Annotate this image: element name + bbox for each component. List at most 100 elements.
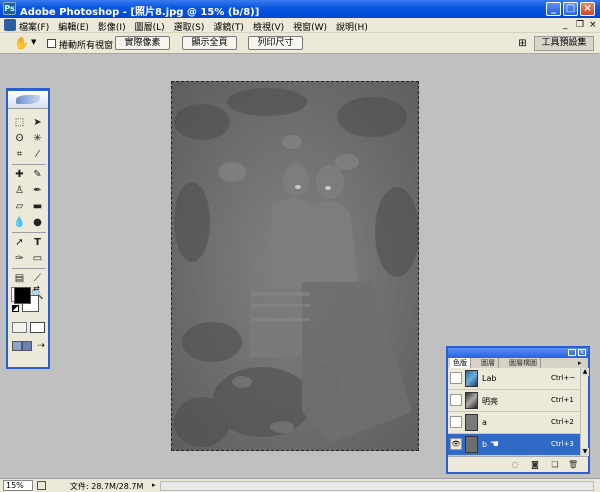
menu-item[interactable]: 濾鏡(T) xyxy=(213,20,244,33)
tool-separator xyxy=(12,268,46,269)
maximize-button[interactable]: □ xyxy=(563,2,578,16)
window-title: Adobe Photoshop - [照片8.jpg @ 15% (b/8)] xyxy=(20,7,260,18)
eraser-tool-icon[interactable]: ▱ xyxy=(11,199,28,214)
options-bar: ✋ ▼ 捲動所有視窗 實際像素 顯示全頁 列印尺寸 ⊞ 工具預設集 xyxy=(0,33,600,54)
quick-mask-mode-button[interactable] xyxy=(30,322,45,333)
channel-row-a[interactable]: a Ctrl+2 xyxy=(448,412,580,434)
tool-separator xyxy=(12,164,46,165)
toolbox: ⬚ ➤ ʘ ✳ ⌗ ⁄ ✚ ✎ ♙ ✒ ▱ ▬ 💧 ● ➚ T ✑ ▭ ▤ ⟋ … xyxy=(6,88,50,369)
jump-to-imageready-icon[interactable]: ⇢ xyxy=(35,340,47,352)
toolbox-header[interactable] xyxy=(8,91,48,109)
visibility-toggle[interactable] xyxy=(450,394,462,406)
marquee-tool-icon[interactable]: ⬚ xyxy=(11,115,28,130)
scroll-down-icon[interactable]: ▼ xyxy=(581,448,589,456)
standard-mode-button[interactable] xyxy=(12,322,27,333)
standard-screen-mode-icon[interactable] xyxy=(12,341,22,351)
channel-name: a xyxy=(482,418,487,427)
file-browser-icon[interactable]: ⊞ xyxy=(515,36,530,51)
print-size-button[interactable]: 列印尺寸 xyxy=(248,36,303,50)
hand-cursor-icon: ☚ xyxy=(490,439,499,450)
crop-tool-icon[interactable]: ⌗ xyxy=(11,147,28,162)
slice-tool-icon[interactable]: ⁄ xyxy=(29,147,46,162)
channels-scrollbar[interactable]: ▲ ▼ xyxy=(580,368,589,456)
visibility-toggle[interactable] xyxy=(450,416,462,428)
blur-tool-icon[interactable]: 💧 xyxy=(11,215,28,230)
hand-tool-preset-icon[interactable]: ✋ xyxy=(14,36,29,51)
document-canvas[interactable] xyxy=(171,81,419,451)
menu-item[interactable]: 圖層(L) xyxy=(135,20,165,33)
document-size: 文件: 28.7M/28.7M xyxy=(70,482,144,491)
preset-dropdown-arrow-icon[interactable]: ▼ xyxy=(31,38,36,46)
healing-brush-tool-icon[interactable]: ✚ xyxy=(11,167,28,182)
dodge-tool-icon[interactable]: ● xyxy=(29,215,46,230)
shape-tool-icon[interactable]: ▭ xyxy=(29,251,46,266)
menu-item[interactable]: 選取(S) xyxy=(174,20,205,33)
panel-menu-arrow-icon[interactable]: ▸ xyxy=(578,358,582,368)
channel-row-lab[interactable]: Lab Ctrl+~ xyxy=(448,368,580,390)
zoom-level-field[interactable]: 15% xyxy=(3,480,33,491)
panel-minimize-button[interactable]: _ xyxy=(568,349,576,356)
load-selection-icon[interactable]: ◌ xyxy=(510,460,520,470)
photoshop-app-icon[interactable]: Ps xyxy=(3,2,16,15)
actual-pixels-button[interactable]: 實際像素 xyxy=(115,36,170,50)
swap-colors-icon[interactable]: ⇄ xyxy=(33,284,40,293)
menu-item[interactable]: 檢視(V) xyxy=(253,20,284,33)
channels-footer: ◌ ◙ ❏ 🗑 xyxy=(448,456,588,472)
path-selection-tool-icon[interactable]: ➚ xyxy=(11,235,28,250)
channels-panel: _ × 色版 圖層 圖層構圖 ▸ Lab Ctrl+~ 明亮 Ctrl+1 a … xyxy=(446,346,590,474)
menu-item[interactable]: 視窗(W) xyxy=(293,20,327,33)
channel-row-lightness[interactable]: 明亮 Ctrl+1 xyxy=(448,390,580,412)
doc-close-button[interactable]: × xyxy=(589,20,597,30)
scroll-up-icon[interactable]: ▲ xyxy=(581,368,589,376)
foreground-color-front[interactable] xyxy=(14,287,31,304)
tab-layer-comps[interactable]: 圖層構圖 xyxy=(506,358,541,368)
doc-restore-button[interactable]: ❐ xyxy=(576,20,584,30)
save-selection-icon[interactable]: ◙ xyxy=(530,460,540,470)
minimize-button[interactable]: _ xyxy=(546,2,561,16)
menu-bar: 檔案(F) 編輯(E) 影像(I) 圖層(L) 選取(S) 濾鏡(T) 檢視(V) 視窗(W)… xyxy=(0,18,600,33)
brush-tool-icon[interactable]: ✎ xyxy=(29,167,46,182)
fit-on-screen-button[interactable]: 顯示全頁 xyxy=(182,36,237,50)
move-tool-icon[interactable]: ➤ xyxy=(29,115,46,130)
document-icon[interactable] xyxy=(4,19,16,31)
default-colors-icon[interactable] xyxy=(12,305,19,312)
channel-thumbnail xyxy=(465,370,478,387)
full-screen-menu-mode-icon[interactable] xyxy=(22,341,32,351)
panel-tabs: 色版 圖層 圖層構圖 ▸ xyxy=(448,358,588,368)
channel-shortcut: Ctrl+1 xyxy=(551,396,574,404)
clone-stamp-tool-icon[interactable]: ♙ xyxy=(11,183,28,198)
close-button[interactable]: × xyxy=(580,2,595,16)
scroll-all-windows-label: 捲動所有視窗 xyxy=(59,41,114,51)
status-menu-arrow-icon[interactable]: ▸ xyxy=(152,481,156,489)
doc-minimize-button[interactable]: _ xyxy=(563,20,568,30)
menu-item[interactable]: 檔案(F) xyxy=(19,20,49,33)
channel-row-b[interactable]: 👁 b ☚ Ctrl+3 xyxy=(448,434,580,456)
tab-channels[interactable]: 色版 xyxy=(450,358,471,368)
scroll-all-windows-checkbox[interactable] xyxy=(47,39,56,48)
tab-layers[interactable]: 圖層 xyxy=(478,358,499,368)
horizontal-scrollbar[interactable] xyxy=(160,481,594,491)
notes-tool-icon[interactable]: ▤ xyxy=(11,271,28,286)
history-brush-tool-icon[interactable]: ✒ xyxy=(29,183,46,198)
pen-tool-icon[interactable]: ✑ xyxy=(11,251,28,266)
magic-wand-tool-icon[interactable]: ✳ xyxy=(29,131,46,146)
panel-title-bar[interactable]: _ × xyxy=(448,348,588,358)
status-bar: 15% 文件: 28.7M/28.7M ▸ xyxy=(0,478,600,492)
menu-items: 檔案(F) 編輯(E) 影像(I) 圖層(L) 選取(S) 濾鏡(T) 檢視(V) 視窗(W)… xyxy=(19,20,377,33)
menu-item[interactable]: 說明(H) xyxy=(336,20,368,33)
tool-presets-tab[interactable]: 工具預設集 xyxy=(534,36,594,51)
channel-shortcut: Ctrl+3 xyxy=(551,440,574,448)
status-nav-icon[interactable] xyxy=(37,481,46,490)
menu-item[interactable]: 編輯(E) xyxy=(58,20,89,33)
eye-icon[interactable]: 👁 xyxy=(450,438,462,450)
lasso-tool-icon[interactable]: ʘ xyxy=(11,131,28,146)
menu-item[interactable]: 影像(I) xyxy=(98,20,126,33)
trash-icon[interactable]: 🗑 xyxy=(568,460,578,470)
gradient-tool-icon[interactable]: ▬ xyxy=(29,199,46,214)
new-channel-icon[interactable]: ❏ xyxy=(550,460,560,470)
title-bar: Ps Adobe Photoshop - [照片8.jpg @ 15% (b/8… xyxy=(0,0,600,18)
panel-close-button[interactable]: × xyxy=(578,349,586,356)
channel-name: 明亮 xyxy=(482,397,498,406)
type-tool-icon[interactable]: T xyxy=(29,235,46,250)
visibility-toggle[interactable] xyxy=(450,372,462,384)
